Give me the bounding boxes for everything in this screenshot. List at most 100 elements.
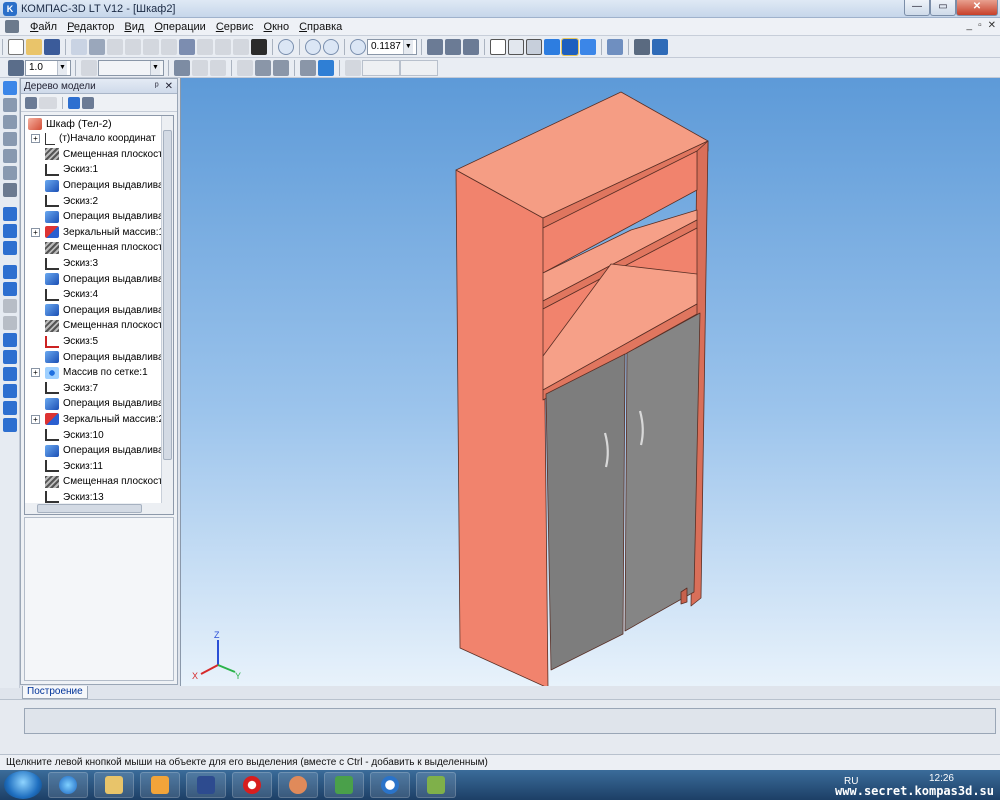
shell-tool-icon[interactable] bbox=[3, 333, 17, 347]
shaded-edges-icon[interactable] bbox=[561, 37, 579, 56]
parametric-icon[interactable] bbox=[273, 59, 289, 76]
undo-icon[interactable] bbox=[197, 38, 213, 55]
taskbar-explorer[interactable] bbox=[94, 772, 134, 798]
taskbar-editor[interactable] bbox=[416, 772, 456, 798]
rotate-tool-icon[interactable] bbox=[3, 224, 17, 238]
edit-part-icon[interactable] bbox=[3, 81, 17, 95]
doc-close-button[interactable]: ✕ bbox=[988, 20, 996, 31]
paste-icon[interactable] bbox=[143, 38, 159, 55]
coordinates-icon[interactable] bbox=[345, 59, 361, 76]
dimensions-icon[interactable] bbox=[3, 115, 17, 129]
expand-icon[interactable]: + bbox=[31, 414, 40, 424]
tree-item[interactable]: Эскиз:4 bbox=[25, 287, 173, 303]
menu-operations[interactable]: Операции bbox=[149, 21, 210, 33]
tree-item[interactable]: + (т)Начало координат bbox=[25, 131, 173, 147]
taskbar-opera[interactable] bbox=[232, 772, 272, 798]
tree-item[interactable]: Операция выдавливания bbox=[25, 303, 173, 319]
layer-icon[interactable] bbox=[81, 59, 97, 76]
tree-vertical-scrollbar[interactable] bbox=[161, 116, 173, 504]
step-icon[interactable] bbox=[8, 59, 24, 76]
doc-restore-button[interactable]: ▫ bbox=[978, 20, 982, 31]
cut-tool-icon[interactable] bbox=[3, 282, 17, 296]
geometry-icon[interactable] bbox=[3, 183, 17, 197]
y-coordinate-field[interactable] bbox=[400, 59, 438, 76]
snap-icon[interactable] bbox=[192, 59, 208, 76]
open-folder-icon[interactable] bbox=[26, 38, 42, 55]
minimize-button[interactable]: — bbox=[904, 0, 930, 16]
tree-item[interactable]: Эскиз:3 bbox=[25, 256, 173, 272]
filter-icon[interactable] bbox=[607, 38, 623, 55]
expand-icon[interactable]: + bbox=[31, 368, 40, 378]
document-menu-icon[interactable] bbox=[5, 20, 19, 33]
rib-tool-icon[interactable] bbox=[3, 350, 17, 364]
menu-service[interactable]: Сервис bbox=[211, 21, 259, 33]
fillet-tool-icon[interactable] bbox=[3, 299, 17, 313]
tree-item[interactable]: Эскиз:5 bbox=[25, 334, 173, 350]
cursor-icon[interactable] bbox=[300, 59, 316, 76]
save-icon[interactable] bbox=[44, 38, 60, 55]
chevron-down-icon[interactable]: ▼ bbox=[57, 60, 67, 75]
tree-item[interactable]: Эскиз:2 bbox=[25, 193, 173, 209]
taskbar-save[interactable] bbox=[186, 772, 226, 798]
thin-hidden-lines-icon[interactable] bbox=[526, 38, 542, 55]
tree-item[interactable]: Эскиз:7 bbox=[25, 381, 173, 397]
rotate-icon[interactable] bbox=[445, 38, 461, 55]
zoom-out-icon[interactable] bbox=[323, 38, 339, 55]
menu-window[interactable]: Окно bbox=[259, 21, 295, 33]
mirror-tool-icon[interactable] bbox=[3, 401, 17, 415]
zoom-scale-icon[interactable] bbox=[350, 38, 366, 55]
zoom-in-icon[interactable] bbox=[305, 38, 321, 55]
zoom-combo[interactable]: 0.1187 ▼ bbox=[367, 38, 417, 55]
tree-item[interactable]: Смещенная плоскость bbox=[25, 318, 173, 334]
print-icon[interactable] bbox=[89, 38, 105, 55]
new-document-icon[interactable] bbox=[8, 38, 24, 55]
pan-icon[interactable] bbox=[427, 38, 443, 55]
tree-structure-icon[interactable] bbox=[25, 96, 37, 109]
rebuild-icon[interactable] bbox=[652, 38, 668, 55]
tree-item[interactable]: Эскиз:10 bbox=[25, 427, 173, 443]
menu-file[interactable]: Файл bbox=[25, 21, 62, 33]
tree-item[interactable]: Смещенная плоскость bbox=[25, 474, 173, 490]
expand-icon[interactable]: + bbox=[31, 134, 40, 144]
kinematic-tool-icon[interactable] bbox=[3, 241, 17, 255]
shaded-icon[interactable] bbox=[544, 38, 560, 55]
start-button[interactable] bbox=[4, 771, 42, 799]
tree-item[interactable]: Операция выдавливания bbox=[25, 271, 173, 287]
tree-item[interactable]: Операция выдавливания bbox=[25, 209, 173, 225]
menu-edit[interactable]: Редактор bbox=[62, 21, 119, 33]
chevron-down-icon[interactable]: ▼ bbox=[150, 60, 160, 75]
tree-filter-icon[interactable] bbox=[68, 96, 80, 109]
grid-array-tool-icon[interactable] bbox=[3, 418, 17, 432]
clock[interactable]: 12:26 bbox=[929, 773, 954, 784]
taskbar-graph[interactable] bbox=[324, 772, 364, 798]
step-combo[interactable]: 1.0 ▼ bbox=[25, 59, 71, 76]
close-icon[interactable]: ✕ bbox=[165, 81, 173, 92]
tree-horizontal-scrollbar[interactable] bbox=[24, 503, 174, 515]
tree-item[interactable]: Операция выдавливания bbox=[25, 178, 173, 194]
model-viewport[interactable]: Z X Y bbox=[180, 78, 1000, 686]
tree-item[interactable]: + Зеркальный массив:1 bbox=[25, 225, 173, 241]
tree-item[interactable]: Эскиз:1 bbox=[25, 162, 173, 178]
chevron-down-icon[interactable]: ▼ bbox=[402, 39, 413, 54]
sketch-tool-icon[interactable] bbox=[3, 98, 17, 112]
clear-icon[interactable] bbox=[210, 59, 226, 76]
tree-item[interactable]: + Зеркальный массив:2 bbox=[25, 412, 173, 428]
maximize-button[interactable]: ▭ bbox=[930, 0, 956, 16]
local-snap-icon[interactable] bbox=[318, 59, 334, 76]
tree-item[interactable]: Операция выдавливания bbox=[25, 396, 173, 412]
menu-help[interactable]: Справка bbox=[294, 21, 347, 33]
layer-combo[interactable]: ▼ bbox=[98, 59, 164, 76]
close-button[interactable]: ✕ bbox=[956, 0, 998, 16]
hole-tool-icon[interactable] bbox=[3, 367, 17, 381]
local-cs-icon[interactable] bbox=[174, 59, 190, 76]
tree-item[interactable]: Операция выдавливания bbox=[25, 349, 173, 365]
tree-item[interactable]: + Массив по сетке:1 bbox=[25, 365, 173, 381]
tab-build[interactable]: Построение bbox=[22, 686, 88, 699]
x-coordinate-field[interactable] bbox=[362, 59, 400, 76]
array-tool-icon[interactable] bbox=[3, 384, 17, 398]
menu-view[interactable]: Вид bbox=[119, 21, 149, 33]
format-brush-icon[interactable] bbox=[161, 38, 177, 55]
expand-icon[interactable]: + bbox=[31, 227, 40, 237]
perspective-icon[interactable] bbox=[580, 38, 596, 55]
taskbar-media[interactable] bbox=[140, 772, 180, 798]
